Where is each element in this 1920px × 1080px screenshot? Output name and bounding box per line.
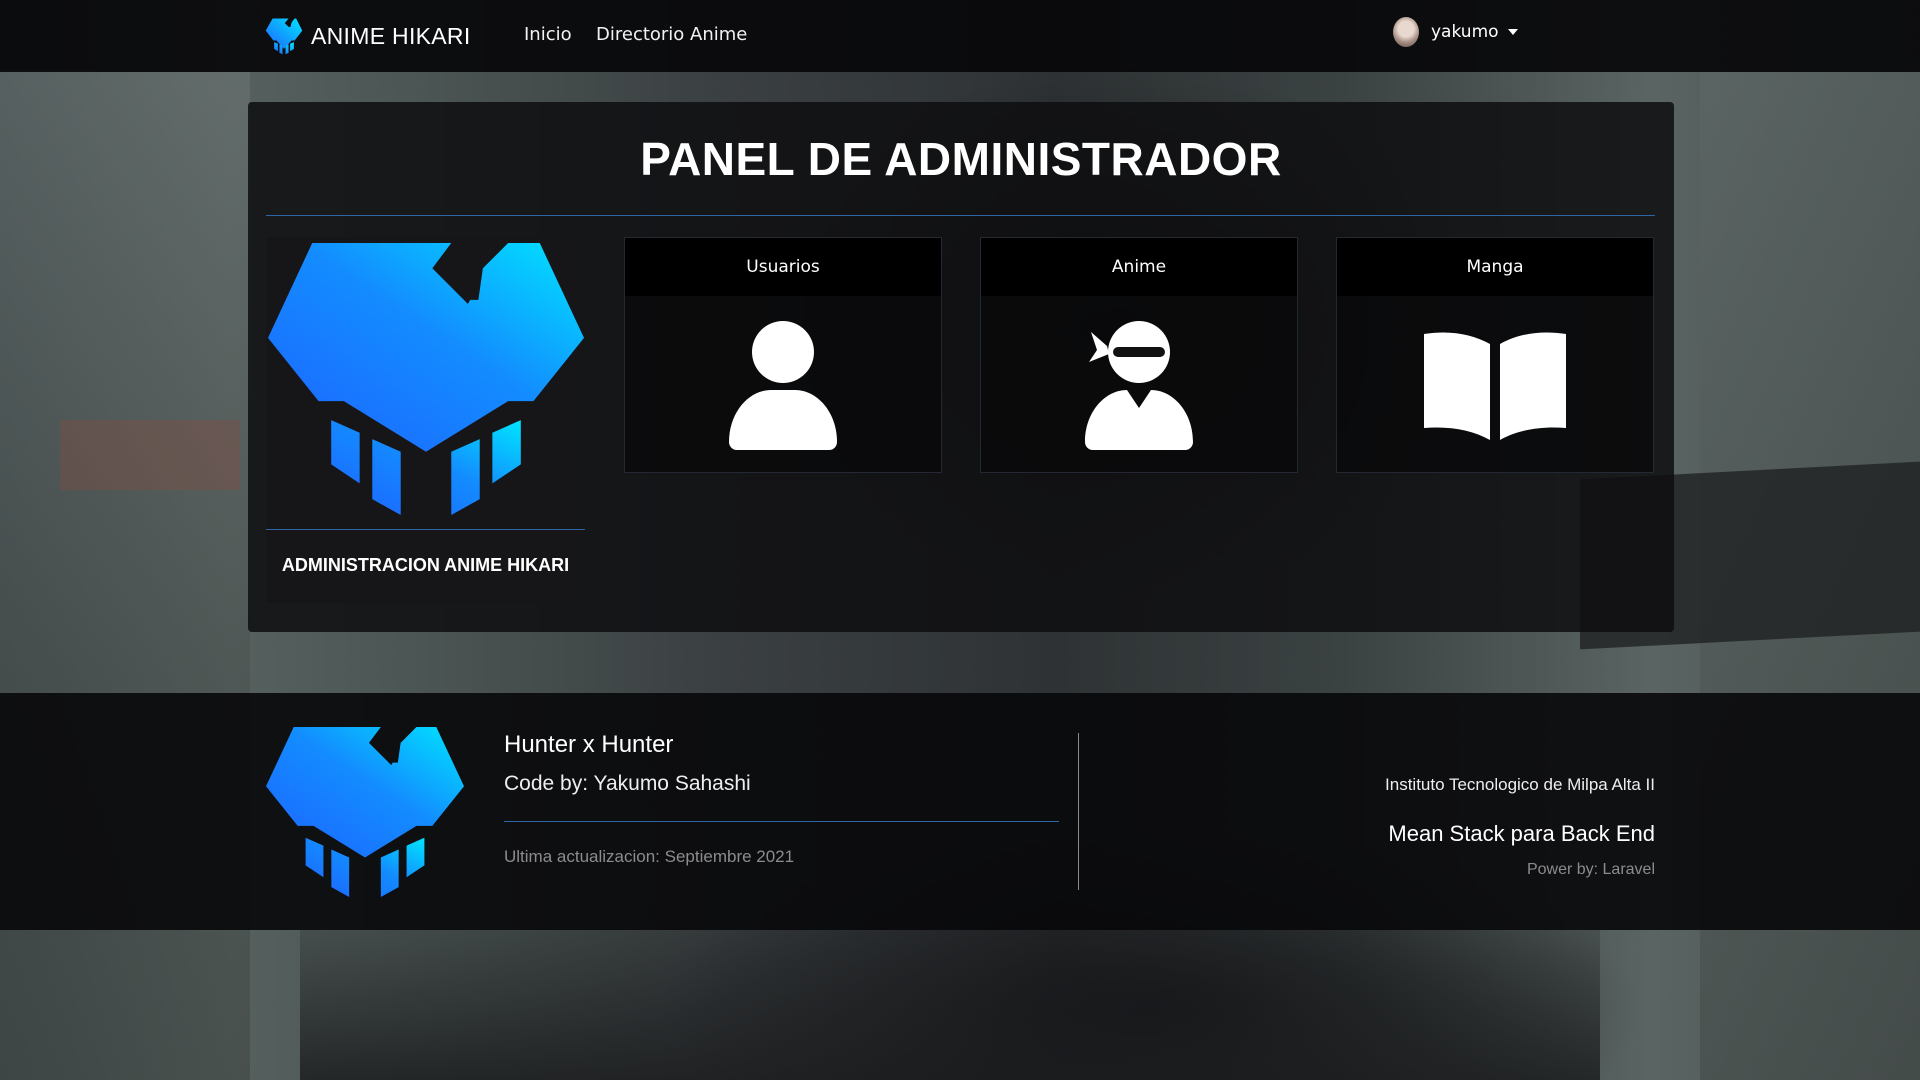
tile-anime[interactable]: Anime: [980, 237, 1298, 473]
footer-vertical-divider: [1078, 733, 1079, 890]
nav-link-inicio[interactable]: Inicio: [524, 24, 572, 45]
user-icon: [729, 321, 837, 450]
footer-title: Hunter x Hunter: [504, 731, 674, 758]
nav-link-directorio-anime[interactable]: Directorio Anime: [596, 24, 747, 45]
user-name: yakumo: [1431, 22, 1499, 42]
admin-logo-card: ADMINISTRACION ANIME HIKARI: [266, 237, 585, 603]
navbar: ANIME HIKARI Inicio Directorio Anime yak…: [0, 0, 1920, 72]
institute-text: Instituto Tecnologico de Milpa Alta II: [1385, 775, 1655, 794]
brand-name: ANIME HIKARI: [311, 22, 471, 49]
user-menu-toggle[interactable]: yakumo: [1393, 17, 1518, 47]
chevron-down-icon: [1507, 29, 1518, 35]
footer-divider: [504, 821, 1059, 822]
tile-label: Anime: [981, 238, 1297, 296]
skull-logo-icon: [265, 18, 303, 55]
open-book-icon: [1424, 332, 1566, 440]
page-title: PANEL DE ADMINISTRADOR: [640, 133, 1282, 185]
avatar: [1393, 17, 1419, 47]
background-sign: [60, 420, 240, 490]
logo-divider: [266, 529, 585, 530]
power-by-text: Power by: Laravel: [1526, 861, 1655, 878]
admin-panel: PANEL DE ADMINISTRADOR ADMINISTRACION AN…: [248, 102, 1674, 632]
footer-credit: Code by: Yakumo Sahashi: [504, 772, 751, 795]
admin-caption: ADMINISTRACION ANIME HIKARI: [281, 555, 570, 575]
tile-label: Usuarios: [625, 238, 941, 296]
skull-logo-icon: [268, 243, 584, 515]
background-lower-shadow: [300, 930, 1600, 1080]
stack-text: Mean Stack para Back End: [1388, 821, 1655, 846]
brand-link[interactable]: ANIME HIKARI: [265, 16, 471, 56]
footer: Hunter x Hunter Code by: Yakumo Sahashi …: [0, 693, 1920, 930]
title-divider: [266, 215, 1655, 216]
ninja-user-icon: [1085, 321, 1193, 450]
tile-label: Manga: [1337, 238, 1653, 296]
last-update-text: Ultima actualizacion: Septiembre 2021: [504, 847, 795, 866]
tile-usuarios[interactable]: Usuarios: [624, 237, 942, 473]
skull-logo-icon: [266, 727, 464, 897]
tile-manga[interactable]: Manga: [1336, 237, 1654, 473]
